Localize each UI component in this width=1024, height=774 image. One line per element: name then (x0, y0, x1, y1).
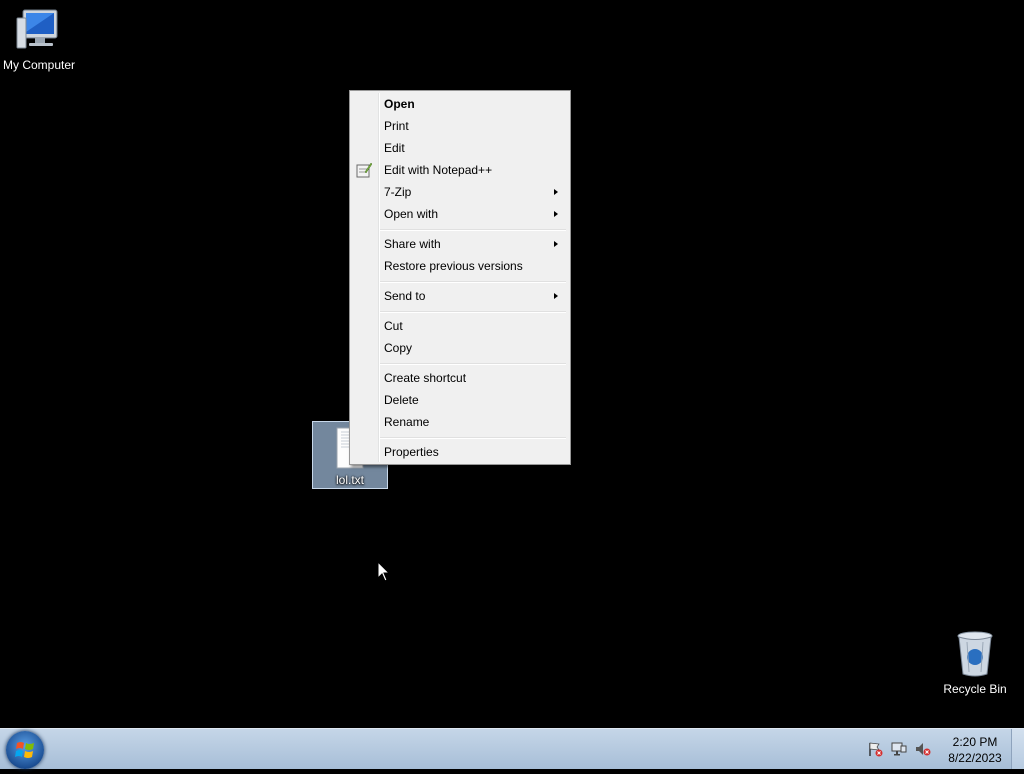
context-menu: Open Print Edit Edit with Notepad++ 7-Zi… (349, 90, 571, 465)
menu-item-label: Cut (384, 319, 403, 333)
menu-item-label: Print (384, 119, 409, 133)
recycle-bin-label: Recycle Bin (943, 682, 1007, 696)
menu-item-open-with[interactable]: Open with (352, 203, 568, 225)
computer-icon (16, 9, 58, 49)
taskbar: 2:20 PM 8/22/2023 (0, 728, 1024, 769)
menu-item-label: Open with (384, 207, 439, 221)
clock[interactable]: 2:20 PM 8/22/2023 (942, 734, 1008, 766)
menu-separator (380, 311, 566, 313)
menu-item-edit-with-notepad[interactable]: Edit with Notepad++ (352, 159, 568, 181)
recycle-bin-icon (957, 631, 993, 677)
submenu-arrow-icon (554, 241, 558, 247)
submenu-arrow-icon (554, 189, 558, 195)
menu-item-delete[interactable]: Delete (352, 389, 568, 411)
menu-item-label: Create shortcut (384, 371, 467, 385)
menu-item-label: Delete (384, 393, 419, 407)
menu-item-label: 7-Zip (384, 185, 412, 199)
menu-item-label: Edit with Notepad++ (384, 163, 493, 177)
menu-item-print[interactable]: Print (352, 115, 568, 137)
my-computer-desktop-icon[interactable]: My Computer (0, 8, 78, 72)
menu-item-7zip[interactable]: 7-Zip (352, 181, 568, 203)
menu-item-edit[interactable]: Edit (352, 137, 568, 159)
menu-separator (380, 229, 566, 231)
menu-item-label: Rename (384, 415, 430, 429)
network-icon[interactable] (891, 741, 907, 757)
menu-item-label: Send to (384, 289, 426, 303)
menu-item-send-to[interactable]: Send to (352, 285, 568, 307)
clock-date: 8/22/2023 (948, 751, 1002, 765)
menu-item-rename[interactable]: Rename (352, 411, 568, 433)
menu-item-label: Share with (384, 237, 441, 251)
menu-item-properties[interactable]: Properties (352, 441, 568, 463)
clock-time: 2:20 PM (952, 735, 998, 749)
menu-item-create-shortcut[interactable]: Create shortcut (352, 367, 568, 389)
notepad-plus-plus-icon (356, 162, 372, 178)
menu-item-label: Copy (384, 341, 413, 355)
menu-item-label: Restore previous versions (384, 259, 523, 273)
menu-item-cut[interactable]: Cut (352, 315, 568, 337)
submenu-arrow-icon (554, 211, 558, 217)
lol-txt-label: lol.txt (335, 473, 364, 487)
menu-item-copy[interactable]: Copy (352, 337, 568, 359)
menu-item-share-with[interactable]: Share with (352, 233, 568, 255)
volume-muted-icon[interactable] (915, 741, 931, 757)
show-desktop-button[interactable] (1011, 729, 1024, 769)
my-computer-label: My Computer (2, 58, 76, 72)
menu-item-label: Edit (384, 141, 405, 155)
recycle-bin-desktop-icon[interactable]: Recycle Bin (940, 630, 1010, 696)
menu-item-label: Open (384, 97, 415, 111)
menu-separator (380, 281, 566, 283)
start-button[interactable] (6, 731, 44, 769)
windows-logo-icon (15, 742, 34, 758)
menu-separator (380, 363, 566, 365)
submenu-arrow-icon (554, 293, 558, 299)
menu-item-open[interactable]: Open (352, 93, 568, 115)
menu-separator (380, 437, 566, 439)
mouse-pointer-icon (378, 562, 390, 582)
menu-item-label: Properties (384, 445, 439, 459)
action-center-flag-icon[interactable] (867, 741, 883, 757)
menu-item-restore-previous-versions[interactable]: Restore previous versions (352, 255, 568, 277)
